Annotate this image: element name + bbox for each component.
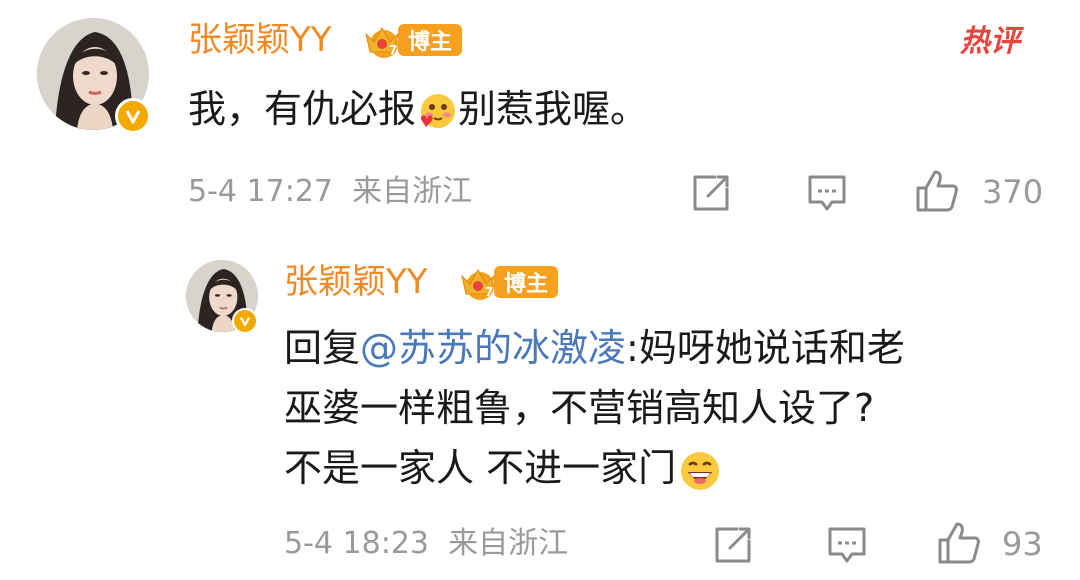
laughing-emoji [678, 449, 722, 493]
reply-comment-icon[interactable] [826, 524, 868, 566]
reply-like-count: 93 [1002, 525, 1043, 563]
comment-icon[interactable] [806, 172, 848, 214]
crown-icon: 7 [365, 26, 399, 58]
reply-item: 张颖颖YY 7 博主 回复@苏苏的冰激凌:妈呀她说话和老 巫婆一样粗鲁，不营销高… [0, 240, 1080, 580]
comment-meta: 5-4 17:27 来自浙江 [188, 170, 472, 214]
reply-avatar[interactable] [186, 260, 258, 334]
reply-like-icon[interactable] [936, 520, 982, 566]
reply-crown-icon: 7 [461, 268, 495, 300]
verified-icon [115, 98, 151, 134]
reply-badge-label: 博主 [494, 266, 559, 298]
reply-share-icon[interactable] [712, 524, 754, 566]
comment-text-part1: 我，有仇必报 [188, 87, 417, 131]
comment-location: 来自浙江 [352, 174, 473, 209]
reply-text-line3: 不是一家人 不进一家门 [284, 442, 722, 494]
svg-text:7: 7 [485, 285, 493, 299]
avatar[interactable] [37, 18, 151, 134]
comment-text-part2: 别惹我喔。 [458, 87, 649, 131]
reply-time: 5-4 18:23 [284, 526, 429, 561]
comment-text: 我，有仇必报 别惹我喔。 [188, 84, 648, 134]
like-count: 370 [982, 173, 1044, 211]
hot-comment-label: 热评 [960, 24, 1020, 59]
reply-text-line1: 回复@苏苏的冰激凌:妈呀她说话和老 [284, 322, 905, 374]
reply-verified-icon [232, 308, 258, 334]
comment-item: 张颖颖YY 7 博主 热评 我，有仇必报 别惹我喔。 5-4 17:27 来自浙… [0, 0, 1080, 240]
reply-meta: 5-4 18:23 来自浙江 [284, 522, 568, 566]
reply-text-line2: 巫婆一样粗鲁，不营销高知人设了? [284, 386, 875, 430]
reply-username[interactable]: 张颖颖YY [284, 260, 428, 304]
reply-line1-rest: :妈呀她说话和老 [626, 326, 905, 370]
mention-link[interactable]: @苏苏的冰激凌 [360, 326, 626, 370]
badge-label: 博主 [398, 24, 463, 56]
reply-blogger-badge: 7 博主 [458, 262, 559, 302]
reply-prefix: 回复 [284, 326, 361, 370]
share-icon[interactable] [690, 172, 732, 214]
blushing-heart-emoji [416, 91, 458, 133]
svg-text:7: 7 [389, 43, 397, 57]
reply-line3-text: 不是一家人 不进一家门 [284, 446, 677, 490]
comment-time: 5-4 17:27 [188, 174, 333, 209]
username[interactable]: 张颖颖YY [188, 18, 332, 62]
blogger-badge: 7 博主 [362, 20, 463, 60]
like-icon[interactable] [914, 168, 960, 214]
reply-location: 来自浙江 [448, 526, 569, 561]
